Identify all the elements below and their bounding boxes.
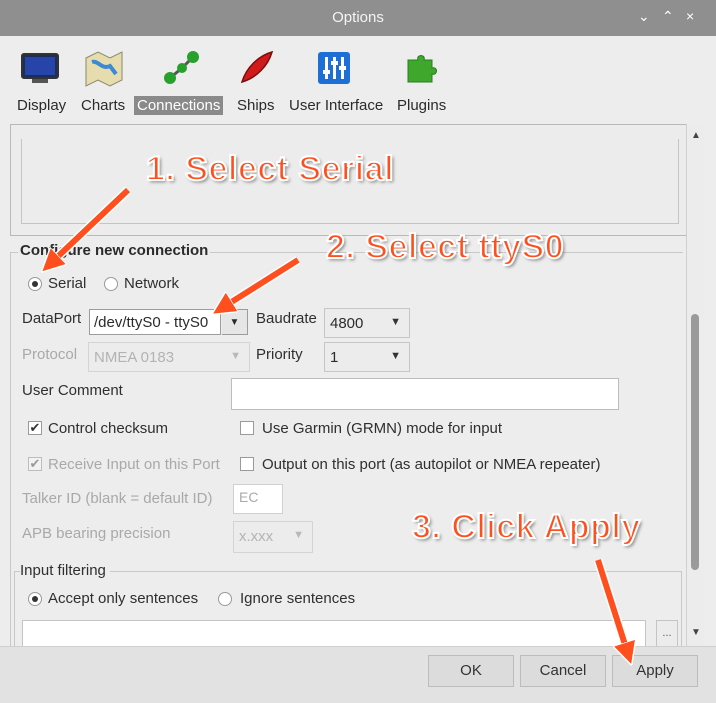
step3-arrow: [595, 559, 628, 654]
annotation-step3: 3. Click Apply: [411, 507, 641, 547]
annotation-arrows: [0, 186, 716, 702]
step1-arrow: [50, 187, 131, 264]
step2-arrow: [222, 257, 300, 308]
annotation-step1: 1. Select Serial: [145, 149, 395, 189]
annotation-step2: 2. Select ttyS0: [325, 227, 565, 267]
